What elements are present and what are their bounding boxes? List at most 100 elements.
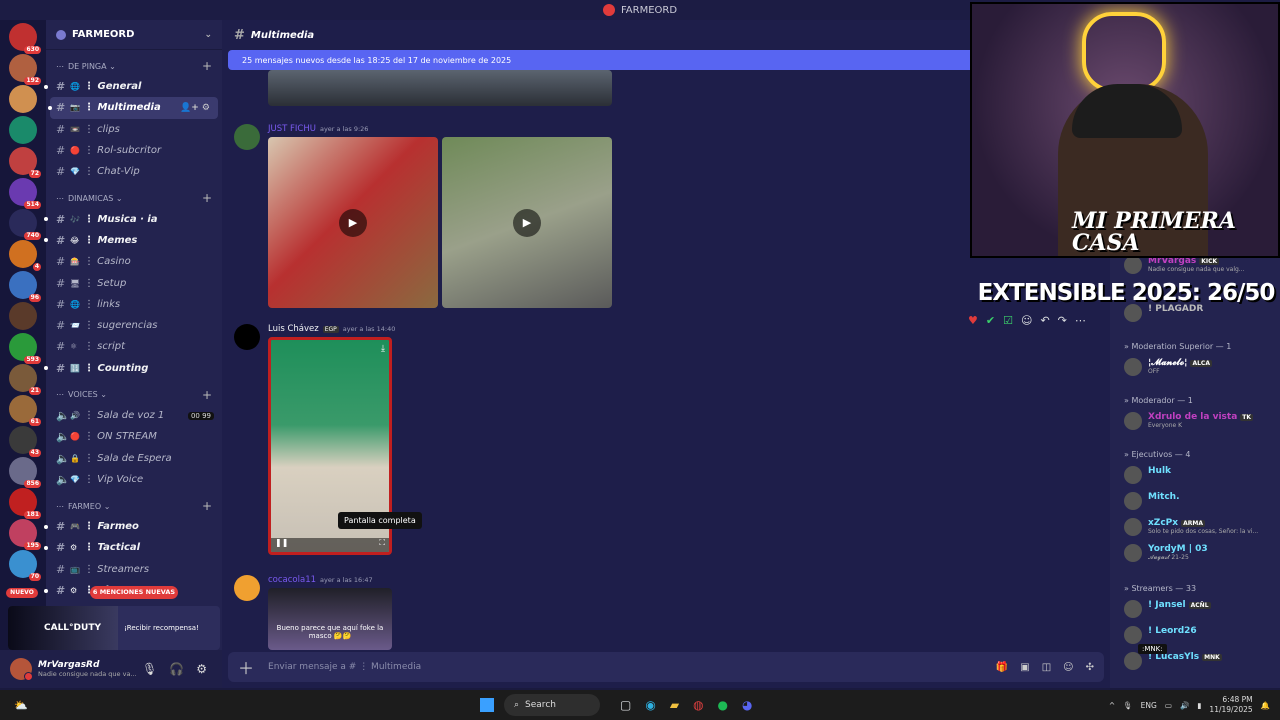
emoji-icon[interactable]: ☺ (1063, 662, 1073, 673)
message-author[interactable]: JUST FICHU (268, 124, 316, 134)
video-attachment[interactable]: ▶ (268, 137, 438, 308)
new-servers-badge[interactable]: NUEVO (6, 588, 38, 598)
server-icon[interactable]: 21 (9, 364, 41, 395)
member-item[interactable]: xZcPx ARMA Solo te pido dos cosas, Señor: … (1124, 518, 1280, 536)
fullscreen-icon[interactable]: ⛶ (379, 538, 389, 548)
channel-item[interactable]: # 📷 ⋮ Multimedia 👤+ ⚙ (48, 97, 218, 119)
member-item[interactable]: Xdrulo de la vista TK Everyone K (1124, 412, 1280, 430)
channel-item[interactable]: # 🌐 ⋮ links (46, 294, 222, 315)
promo-banner[interactable]: CALL°DUTY ¡Recibir recompensa! (8, 606, 220, 650)
battery-icon[interactable]: ▮ (1197, 701, 1201, 710)
check-icon[interactable]: ✔ (986, 314, 995, 327)
server-icon[interactable]: 195 (9, 519, 41, 550)
server-icon[interactable]: 740 (9, 209, 41, 240)
promo-cta[interactable]: ¡Recibir recompensa! (118, 624, 199, 632)
discord-icon[interactable]: ◕ (742, 698, 752, 712)
video-attachment[interactable]: Bueno parece que aquí foke la masco 🤔🤔 (268, 588, 392, 650)
channel-item[interactable]: # 📺 ⋮ Streamers (46, 559, 222, 580)
server-icon[interactable]: 43 (9, 426, 41, 457)
server-icon[interactable]: 181 (9, 488, 41, 519)
avatar[interactable] (234, 324, 260, 350)
forward-icon[interactable]: ↷ (1058, 314, 1067, 327)
member-item[interactable]: ¦𝓜𝓪𝓷𝓮𝓵𝓸¦ ALCA OFF (1124, 358, 1280, 376)
channel-category[interactable]: ⋯ FARMEO ⌄ + (46, 496, 222, 516)
reply-icon[interactable]: ↶ (1040, 314, 1049, 327)
check-box-icon[interactable]: ☑ (1003, 314, 1013, 327)
server-icon[interactable]: 593 (9, 333, 41, 364)
chevron-down-icon[interactable]: ⌄ (204, 30, 212, 40)
member-item[interactable]: ! LucasYls MNK (1124, 652, 1280, 670)
server-icon[interactable]: 192 (9, 54, 41, 85)
task-view-icon[interactable]: ▢ (620, 698, 631, 712)
channel-item[interactable]: # 🎶 ⋮ Musica · ia (44, 208, 222, 229)
server-icon[interactable]: 856 (9, 457, 41, 488)
channel-item[interactable]: # 📨 ⋮ sugerencias (46, 315, 222, 336)
channel-item[interactable]: 🔈 🔒 ⋮ Sala de Espera (46, 447, 222, 468)
member-item[interactable]: ! PLAGADR (1124, 304, 1280, 322)
more-icon[interactable]: ⋯ (1075, 314, 1086, 327)
previous-media[interactable] (268, 70, 612, 106)
member-item[interactable]: ! Leord26 (1124, 626, 1280, 644)
widgets-icon[interactable]: ⛅ (14, 699, 28, 712)
microphone-icon[interactable]: 🎙 (142, 662, 157, 676)
channel-category[interactable]: ⋯ DE PINGA ⌄ + (46, 56, 222, 76)
message-composer[interactable]: ＋ Enviar mensaje a # ⋮ Multimedia 🎁 ▣ ◫ … (228, 652, 1104, 682)
heart-icon[interactable]: ♥ (968, 314, 978, 327)
video-controls[interactable]: ❚❚ ⛶ (271, 538, 389, 552)
apps-icon[interactable]: ✣ (1086, 662, 1094, 673)
spotify-icon[interactable]: ● (718, 698, 728, 712)
new-messages-bar[interactable]: 25 mensajes nuevos desde las 18:25 del 1… (228, 50, 988, 70)
message-author[interactable]: Luis Chávez (268, 324, 319, 334)
add-channel-icon[interactable]: + (202, 388, 212, 402)
server-icon[interactable]: 61 (9, 395, 41, 426)
server-icon[interactable] (9, 302, 37, 330)
channel-item[interactable]: 🔈 💎 ⋮ Vip Voice (46, 469, 222, 490)
member-item[interactable]: YordyM | 03 𝓐𝓾𝓰𝓾𝓼𝓽 21-25 (1124, 544, 1280, 562)
sticker-icon[interactable]: ◫ (1042, 662, 1051, 673)
message-author[interactable]: cocacola11 (268, 575, 316, 585)
video-attachment[interactable]: ▶ (442, 137, 612, 308)
clock[interactable]: 6:48 PM 11/19/2025 (1209, 695, 1252, 715)
member-item[interactable]: Hulk (1124, 466, 1280, 484)
channel-item[interactable]: # 🖥 ⋮ Setup (46, 272, 222, 293)
channel-category[interactable]: ⋯ DINAMICAS ⌄ + (46, 188, 222, 208)
folder-icon[interactable]: ▰ (670, 698, 679, 712)
start-button[interactable] (480, 698, 494, 712)
channel-item[interactable]: # ⚛ ⋮ script (46, 336, 222, 357)
add-attachment-icon[interactable]: ＋ (238, 655, 254, 679)
server-icon[interactable]: 4 (9, 240, 41, 271)
gift-icon[interactable]: 🎁 (996, 662, 1008, 673)
taskbar-search[interactable]: ⌕ Search (504, 694, 600, 716)
channel-item[interactable]: # 💎 ⋮ Chat-Vip (46, 161, 222, 182)
channel-item[interactable]: # 🎮 ⋮ Farmeo (44, 516, 222, 537)
avatar[interactable] (234, 575, 260, 601)
add-channel-icon[interactable]: + (202, 499, 212, 513)
member-item[interactable]: MrVargas KICK Nadie consigue nada que valg… (1124, 256, 1280, 274)
composer-placeholder[interactable]: Enviar mensaje a # ⋮ Multimedia (268, 662, 421, 672)
server-icon[interactable] (9, 116, 37, 144)
server-icon[interactable] (9, 85, 37, 113)
edge-icon[interactable]: ◉ (645, 698, 655, 712)
chrome-icon[interactable]: ◍ (693, 698, 703, 712)
channel-item[interactable]: # 🌐 ⋮ General (44, 76, 222, 97)
channel-item[interactable]: 🔈 🔴 ⋮ ON STREAM (46, 426, 222, 447)
server-icon[interactable]: 514 (9, 178, 41, 209)
download-icon[interactable]: ⤓ (381, 344, 385, 354)
add-channel-icon[interactable]: + (202, 59, 212, 73)
channel-item[interactable]: # 😂 ⋮ Memes (44, 230, 222, 251)
avatar[interactable] (234, 124, 260, 150)
channel-item[interactable]: # 📼 ⋮ clips (46, 119, 222, 140)
guild-header[interactable]: FARMEORD ⌄ (46, 20, 222, 50)
server-icon[interactable]: 96 (9, 271, 41, 302)
channel-item[interactable]: 🔈 🔊 ⋮ Sala de voz 1 00 99 (46, 405, 222, 426)
channel-item[interactable]: # 🎰 ⋮ Casino (46, 251, 222, 272)
member-item[interactable]: ! Jansel ACÑL (1124, 600, 1280, 618)
play-icon[interactable]: ▶ (513, 208, 541, 237)
language-indicator[interactable]: ENG (1141, 701, 1157, 710)
channel-item[interactable]: # 🔴 ⋮ Rol-subcritor (46, 140, 222, 161)
volume-icon[interactable]: 🔊 (1180, 701, 1189, 710)
channel-settings-icon[interactable]: 👤+ ⚙ (180, 103, 210, 113)
avatar[interactable] (10, 658, 33, 681)
network-icon[interactable]: ▭ (1165, 701, 1172, 710)
add-reaction-icon[interactable]: ☺ (1021, 314, 1032, 327)
